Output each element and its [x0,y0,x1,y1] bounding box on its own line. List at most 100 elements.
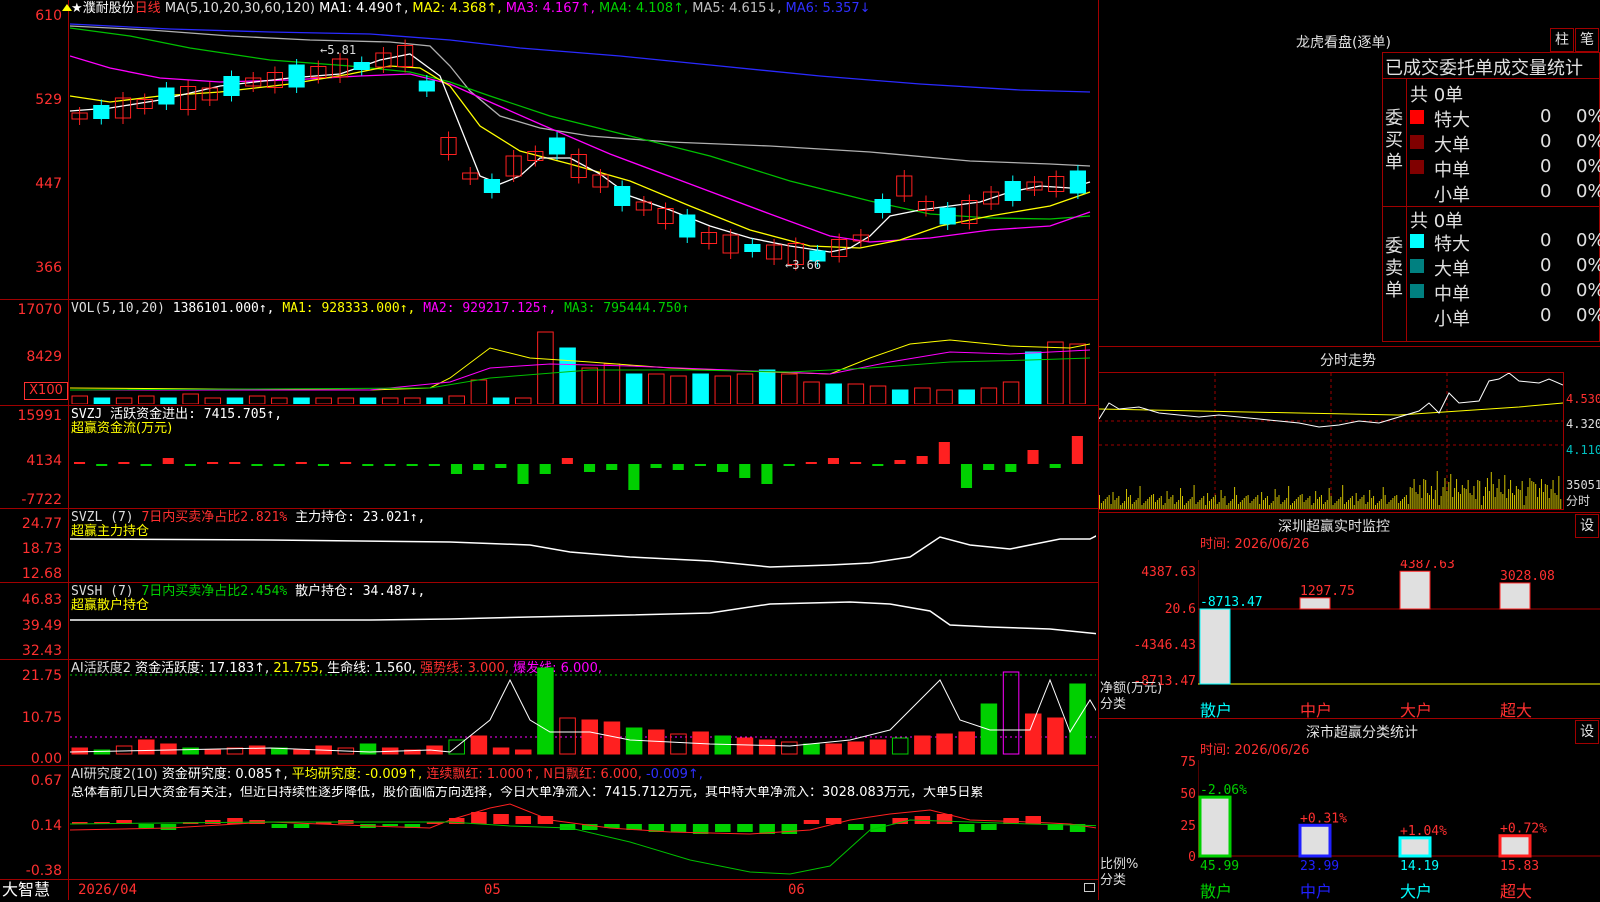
volume-bar [914,387,931,404]
buy-row: 中单 0 0% [1410,156,1600,181]
fenshi-volume-bar [1317,499,1319,509]
fenshi-volume-bar [1102,501,1104,509]
ai-active-bar [581,719,599,755]
app-logo[interactable]: 大智慧 [2,881,50,899]
fenshi-volume-bar [1120,505,1122,509]
bar-view-button[interactable]: 柱 [1550,28,1574,52]
tick-view-button[interactable]: 笔 [1575,28,1599,52]
ai-research-bar [715,824,731,832]
buy-row: 小单 0 0% [1410,181,1600,206]
fenshi-volume-bar [1552,480,1554,509]
fenshi-volume-bar [1413,479,1415,509]
lock-icon[interactable] [1084,883,1095,892]
fenshi-volume-bar [1135,500,1137,509]
fenshi-volume-bar [1274,489,1276,509]
fenshi-volume-bar [1209,501,1211,509]
volume-bar [803,381,820,404]
volume-bar [71,395,89,404]
ai-research-bar [515,816,531,824]
lhb-label-divider [1406,78,1407,342]
fenshi-volume-bar [1166,491,1168,509]
ai-active-bar [825,743,842,755]
ai-research-chart[interactable] [70,800,1096,879]
fenshi-volume-bar [1307,498,1309,509]
fenshi-volume-bars [1099,471,1562,509]
fenshi-volume-bar [1241,500,1243,509]
ai-active-chart[interactable] [70,660,1096,765]
svzj-bar [229,462,241,464]
sz-class-settings-button[interactable]: 设 [1575,720,1599,744]
sell-orders-label: 委卖单 [1385,236,1403,301]
fenshi-volume-bar [1212,497,1214,509]
fenshi-volume-bar [1394,496,1396,509]
ai-active-bar [138,739,155,755]
fenshi-volume-bar [1554,493,1556,509]
fenshi-volume-bar [1338,499,1340,509]
buy-row: 大单 0 0% [1410,131,1600,156]
fenshi-volume-bar [1425,480,1427,509]
fenshi-volume-bar [1398,503,1400,509]
ai-active-bar [980,703,998,755]
sz-monitor-chart[interactable]: -8713.47 1297.75 4387.63 3028.08 [1198,560,1600,690]
volume-chart[interactable] [70,318,1096,404]
high-price-mark: ←5.81 [320,43,356,57]
period-label[interactable]: 日线 [135,1,161,16]
fenshi-volume-bar [1280,504,1282,509]
volume-bar [404,397,421,404]
sz-class-title: 深市超赢分类统计 [1306,725,1418,741]
ai-active-bar [1047,717,1064,755]
buy-pct: 0% [1576,156,1600,177]
fenshi-volume-bar [1249,503,1251,509]
fenshi-volume-bar [1535,484,1537,509]
fenshi-volume-bar [1153,494,1155,509]
fenshi-volume-bar [1158,498,1160,509]
svsh-y-label: 46.83 [21,592,62,608]
fenshi-volume-bar [1521,481,1523,509]
svsh-chart[interactable] [70,583,1096,659]
fenshi-volume-bar [1147,499,1149,509]
fenshi-volume-bar [1319,497,1321,509]
fenshi-volume-bar [1183,505,1185,509]
favorite-star-icon[interactable]: ★ [71,1,83,16]
svzj-bar [783,464,795,466]
fenshi-volume-bar [1293,501,1295,509]
fenshi-volume-bar [1465,489,1467,509]
fenshi-volume-bar [1508,489,1510,509]
fenshi-volume-bar [1154,502,1156,509]
svzl-chart[interactable] [70,509,1096,582]
svzl-y-label: 18.73 [21,541,62,557]
fenshi-volume-bar [1448,482,1450,509]
volume-bar [359,397,377,404]
fenshi-volume-bar [1490,472,1492,509]
svzj-chart[interactable] [70,406,1096,508]
fenshi-volume-bar [1353,505,1355,509]
sz-class-category: 中户 [1300,882,1333,901]
fenshi-volume-bar [1409,487,1411,509]
main-candlestick-chart[interactable]: ←5.81 ←3.66 [70,16,1096,299]
fenshi-volume-bar [1510,480,1512,509]
ai-active-bar [1024,713,1042,755]
ma4-value: MA4: 4.108↑, [598,1,689,16]
candle [288,64,305,88]
main-y-label: 366 [35,260,62,276]
sell-row: 特大 0 0% [1410,230,1600,255]
vol-value: 1386101.000↑, [172,301,275,316]
sell-qty: 0 [1540,255,1552,276]
fenshi-chart[interactable] [1099,373,1563,509]
ai-active-bar [470,735,488,755]
ma5-value: MA5: 4.615↓, [692,1,782,16]
sz-class-chart[interactable]: -2.06% +0.31% +1.04% +0.72% [1198,760,1600,860]
fenshi-volume-bar [1292,503,1293,509]
fenshi-volume-bar [1112,492,1114,509]
fenshi-volume-bar [1127,497,1129,509]
ai-active-y-label: 10.75 [21,710,62,726]
sz-class-category: 超大 [1500,882,1533,901]
svzj-bar [251,464,263,466]
vol-unit-badge[interactable]: X100 [24,382,68,400]
ai-research-bar [781,824,798,834]
fenshi-volume-bar [1197,502,1199,509]
sz-monitor-settings-button[interactable]: 设 [1575,514,1599,538]
buy-qty: 0 [1540,181,1552,202]
ma6-value: MA6: 5.357↓ [785,1,871,16]
fenshi-volume-bar [1430,486,1432,509]
